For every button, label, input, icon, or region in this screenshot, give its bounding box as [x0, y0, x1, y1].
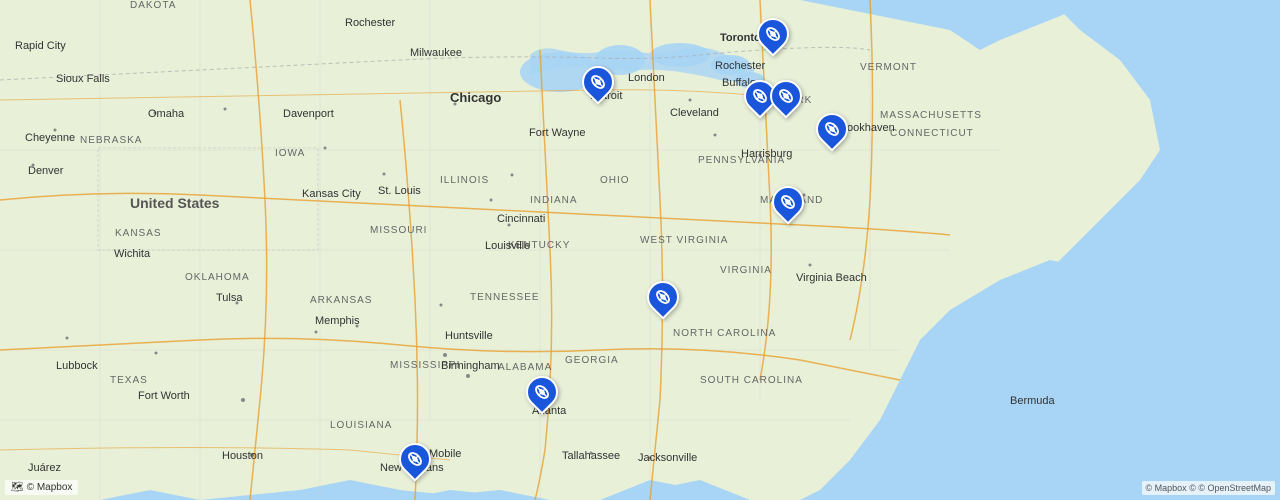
mapbox-text: © Mapbox — [27, 482, 73, 493]
marker-atlanta[interactable] — [526, 376, 558, 408]
marker-icon-ny2[interactable] — [763, 73, 808, 118]
separator: © — [1189, 483, 1198, 493]
stadium-icon-detroit — [589, 73, 607, 91]
mapbox-logo-symbol: 🗺 — [11, 482, 24, 493]
marker-nc[interactable] — [647, 281, 679, 313]
stadium-icon-ny2 — [777, 87, 795, 105]
mapbox-attribution[interactable]: 🗺 © Mapbox — [5, 480, 78, 495]
marker-new-orleans[interactable] — [399, 443, 431, 475]
stadium-icon-new-orleans — [406, 450, 424, 468]
marker-icon-toronto[interactable] — [750, 11, 795, 56]
marker-brookhaven[interactable] — [816, 113, 848, 145]
marker-icon-atlanta[interactable] — [519, 369, 564, 414]
mapbox-credit: © Mapbox — [1146, 483, 1187, 493]
marker-dc[interactable] — [772, 186, 804, 218]
marker-icon-nc[interactable] — [640, 274, 685, 319]
osm-attribution: © Mapbox © © OpenStreetMap — [1142, 481, 1275, 495]
openstreetmap-credit: © OpenStreetMap — [1198, 483, 1271, 493]
marker-ny2[interactable] — [770, 80, 802, 112]
stadium-icon-atlanta — [533, 383, 551, 401]
stadium-icon-toronto — [764, 25, 782, 43]
marker-icon-detroit[interactable] — [575, 59, 620, 104]
map-svg — [0, 0, 1280, 500]
marker-icon-brookhaven[interactable] — [809, 106, 854, 151]
stadium-icon-nc — [654, 288, 672, 306]
map-container: United States NEBRASKA IOWA ILLINOIS IND… — [0, 0, 1280, 500]
stadium-icon-dc — [779, 193, 797, 211]
stadium-icon-brookhaven — [823, 120, 841, 138]
marker-icon-new-orleans[interactable] — [392, 436, 437, 481]
stadium-icon-ny1 — [751, 87, 769, 105]
marker-toronto[interactable] — [757, 18, 789, 50]
marker-icon-dc[interactable] — [765, 179, 810, 224]
marker-detroit[interactable] — [582, 66, 614, 98]
